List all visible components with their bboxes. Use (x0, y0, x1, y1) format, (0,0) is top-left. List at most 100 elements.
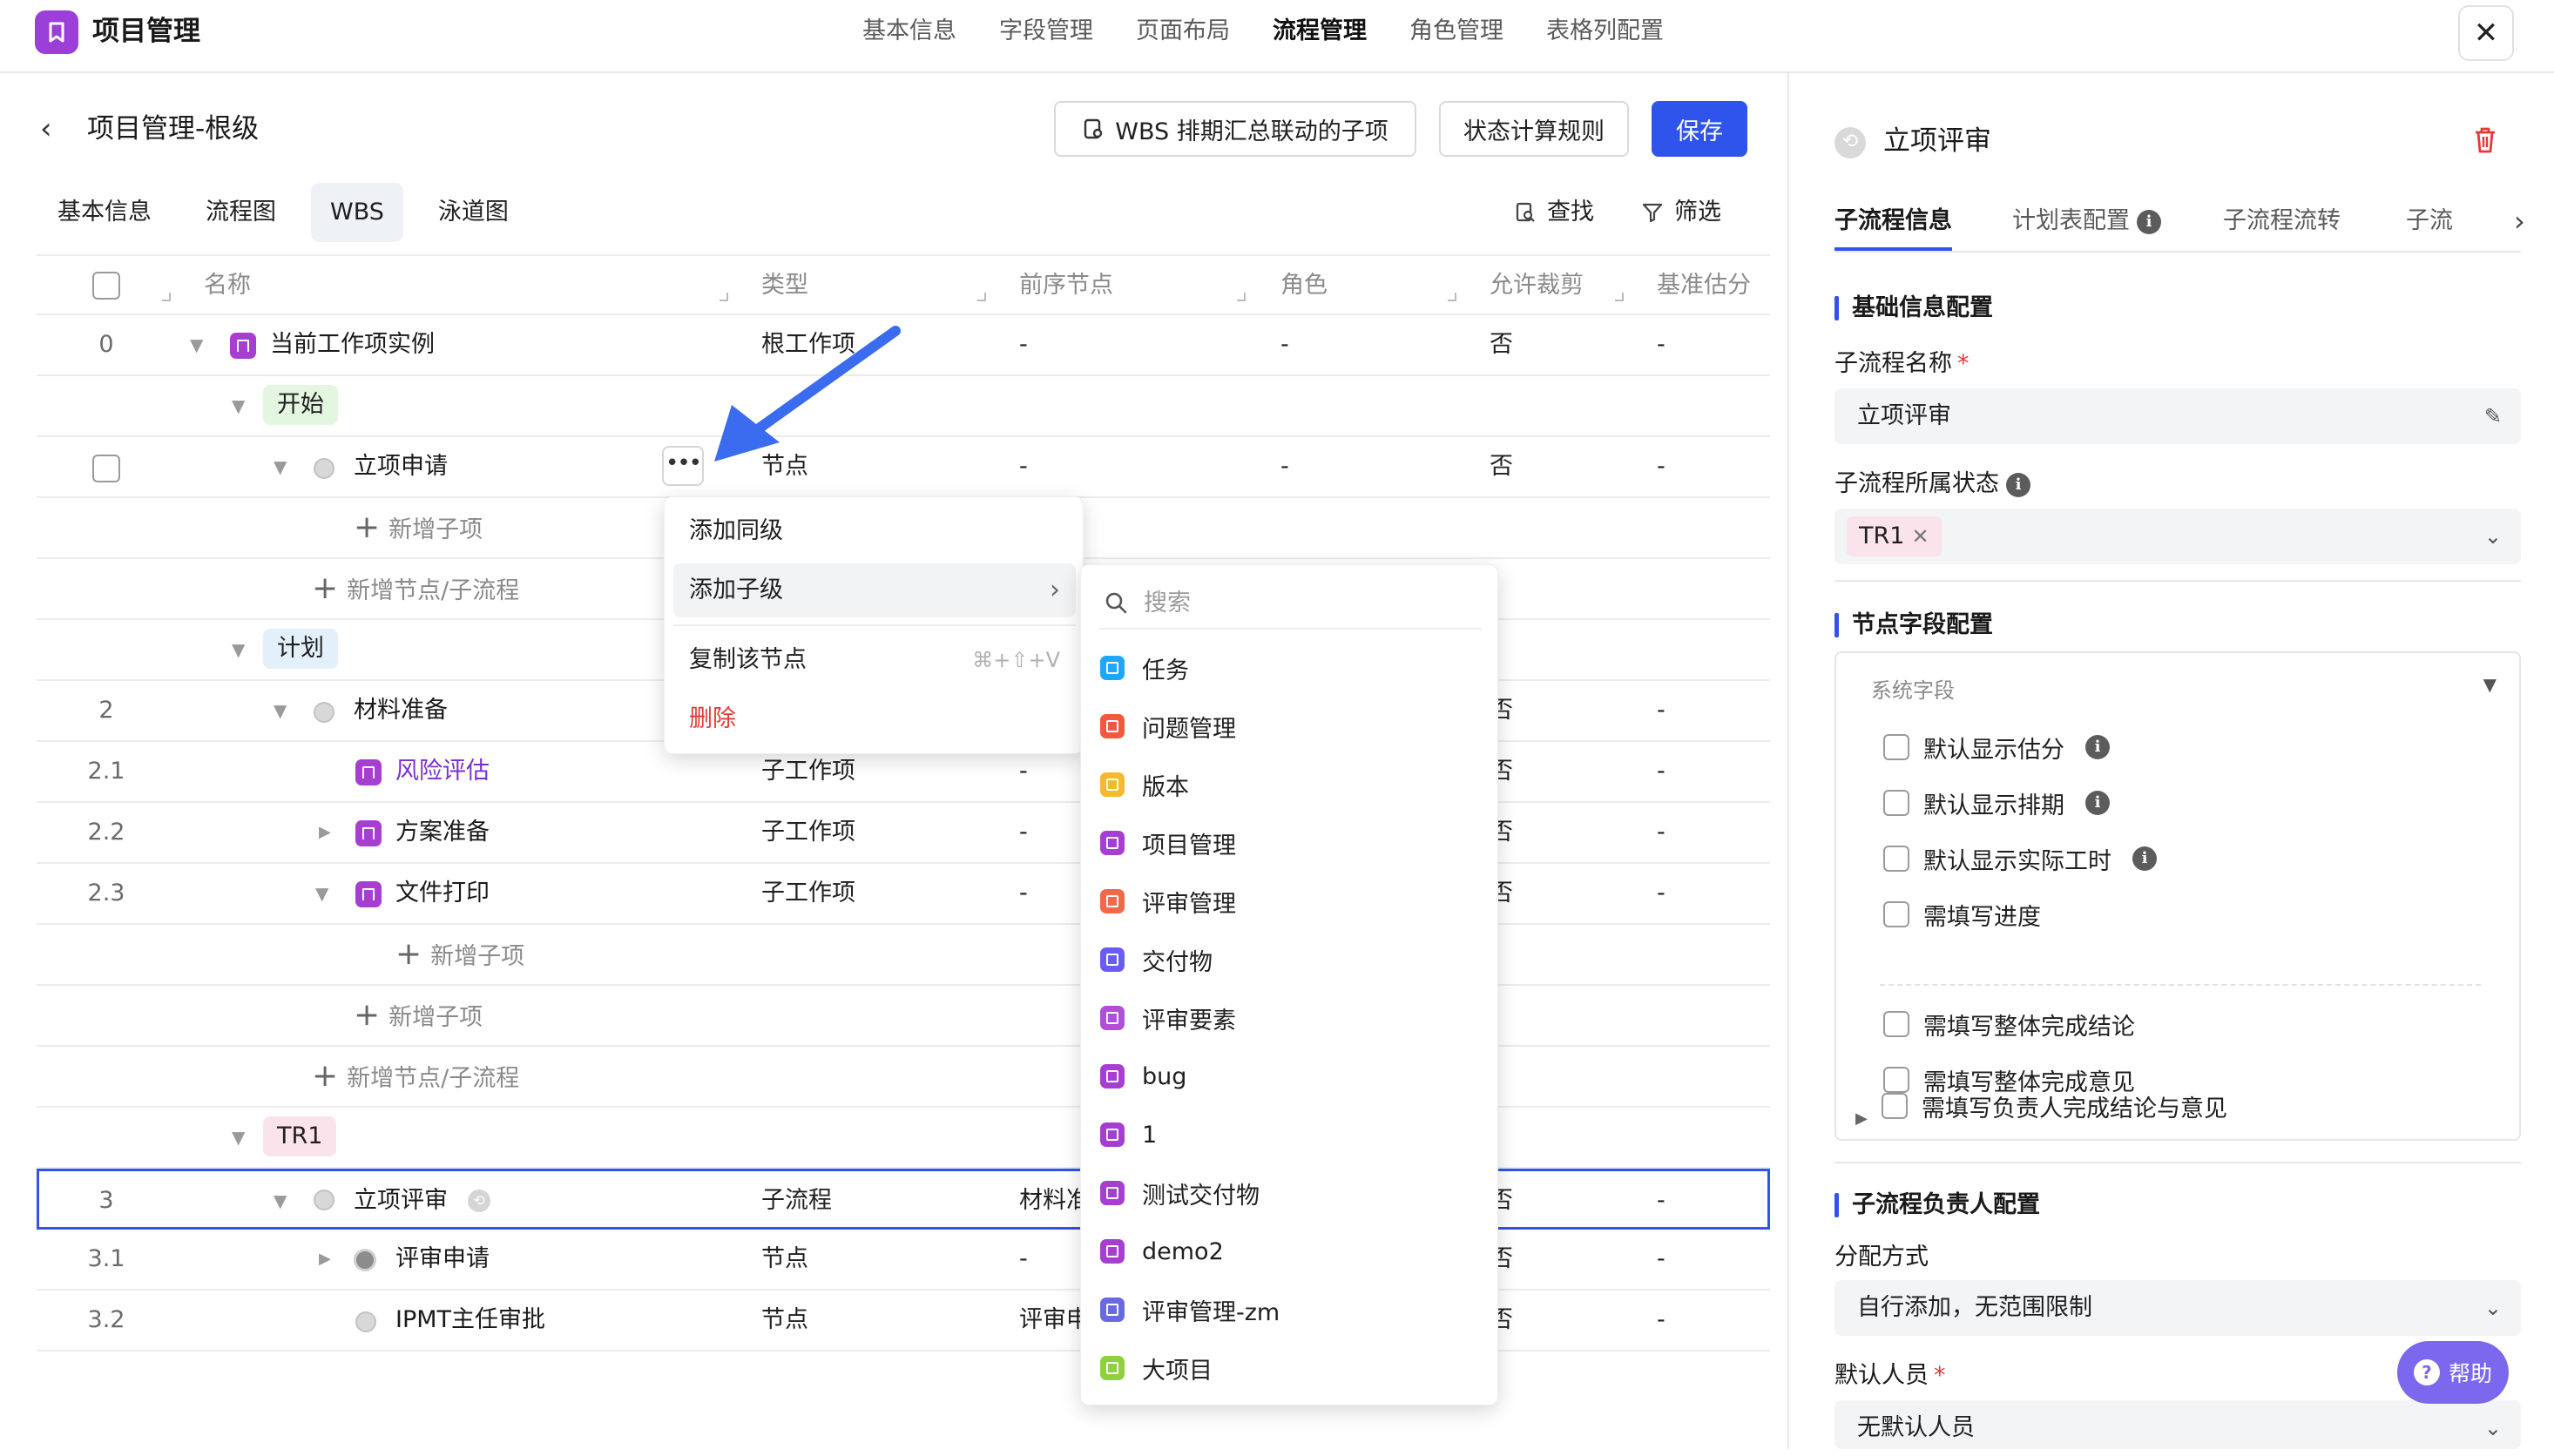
collapse-caret-icon[interactable]: ▼ (232, 376, 245, 435)
expand-caret-icon[interactable]: ▶ (319, 803, 331, 862)
table-row-selected[interactable]: 3 ▼ 立项评审 ⟲ 子流程 材料准 否 - (37, 1169, 1770, 1230)
tab-basic-info[interactable]: 基本信息 (38, 183, 171, 242)
type-option-label: bug (1142, 1062, 1187, 1090)
column-resize-handle[interactable] (977, 293, 986, 301)
topnav-basic-info[interactable]: 基本信息 (862, 12, 956, 51)
collapse-caret-icon[interactable]: ▼ (274, 681, 287, 740)
menu-add-child[interactable]: 添加子级 › (673, 563, 1076, 617)
menu-copy-node[interactable]: 复制该节点 ⌘+⇧+V (673, 633, 1076, 687)
table-row[interactable]: 3.2 IPMT主任审批 节点 评审申 否 - (37, 1291, 1770, 1352)
subprocess-back-icon[interactable]: ⟲ (1834, 127, 1866, 158)
type-option-bug[interactable]: bug (1100, 1050, 1186, 1102)
type-option-label: demo2 (1142, 1237, 1224, 1265)
type-option-issue[interactable]: 问题管理 (1100, 700, 1236, 752)
back-chevron-icon[interactable]: ‹ (40, 110, 52, 148)
collapse-caret-icon[interactable]: ▼ (274, 1171, 287, 1230)
column-resize-handle[interactable] (720, 293, 728, 301)
type-option-review[interactable]: 评审管理 (1100, 875, 1236, 927)
type-option-1[interactable]: 1 (1100, 1109, 1157, 1161)
type-option-task[interactable]: 任务 (1100, 642, 1189, 694)
help-button[interactable]: ? 帮助 (2397, 1341, 2509, 1404)
column-resize-handle[interactable] (162, 293, 171, 301)
collapse-caret-icon[interactable]: ▼ (274, 437, 287, 496)
filter-button[interactable]: 筛选 (1641, 193, 1721, 232)
collapse-caret-icon[interactable]: ▼ (232, 1108, 245, 1167)
tab-subprocess-flow[interactable]: 子流程流转 (2223, 195, 2341, 247)
column-resize-handle[interactable] (1448, 293, 1456, 301)
row-estimate: - (1657, 1245, 1666, 1272)
plus-icon: + (354, 509, 381, 545)
type-option-version[interactable]: 版本 (1100, 758, 1189, 811)
type-option-demo2[interactable]: demo2 (1100, 1225, 1224, 1277)
subprocess-name-field[interactable]: 立项评审 ✎ (1834, 388, 2521, 444)
table-row[interactable]: 2.3 ▼ 文件打印 子工作项 - 否 - (37, 864, 1770, 925)
topnav-page-layout[interactable]: 页面布局 (1136, 12, 1230, 51)
type-search-input[interactable] (1144, 589, 1457, 617)
collapse-caret-icon[interactable]: ▼ (190, 315, 203, 374)
edit-icon[interactable]: ✎ (2484, 388, 2502, 444)
subprocess-state-select[interactable]: TR1 ✕ ⌄ (1834, 509, 2521, 564)
add-node-button[interactable]: + 新增节点/子流程 (312, 1047, 519, 1109)
tab-swimlane[interactable]: 泳道图 (419, 183, 528, 242)
type-option-deliverable[interactable]: 交付物 (1100, 934, 1213, 986)
assign-mode-select[interactable]: 自行添加，无范围限制 ⌄ (1834, 1280, 2521, 1336)
add-node-label: 新增节点/子流程 (347, 577, 520, 604)
type-option-review-element[interactable]: 评审要素 (1100, 992, 1236, 1044)
remove-chip-icon[interactable]: ✕ (1911, 524, 1929, 549)
label-subprocess-name: 子流程名称 * (1834, 347, 1970, 381)
checkbox-box[interactable] (1883, 901, 1909, 927)
tab-truncated[interactable]: 子流 (2406, 195, 2460, 247)
checkbox-require-owner-conclusion[interactable]: 需填写负责人完成结论与意见 (1882, 1089, 2227, 1123)
trash-icon[interactable] (2472, 125, 2498, 155)
topnav-process-management[interactable]: 流程管理 (1273, 12, 1367, 51)
checkbox-require-progress[interactable]: 需填写进度 (1883, 897, 2041, 932)
save-button[interactable]: 保存 (1652, 101, 1747, 157)
find-button[interactable]: 查找 (1514, 193, 1594, 232)
wbs-linked-items-button[interactable]: WBS 排期汇总联动的子项 (1054, 101, 1416, 157)
checkbox-require-conclusion[interactable]: 需填写整体完成结论 (1883, 1007, 2135, 1041)
tab-flowchart[interactable]: 流程图 (186, 183, 295, 242)
table-row[interactable]: 3.1 ▶ 评审申请 节点 - 否 - (37, 1230, 1770, 1291)
close-button[interactable]: ✕ (2458, 5, 2514, 61)
type-option-project[interactable]: 项目管理 (1100, 817, 1236, 869)
tab-wbs[interactable]: WBS (311, 183, 403, 242)
checkbox-box[interactable] (1883, 790, 1909, 816)
help-question-icon: ? (2413, 1359, 2440, 1385)
menu-add-sibling[interactable]: 添加同级 (673, 504, 1076, 558)
add-node-button[interactable]: + 新增节点/子流程 (312, 559, 519, 621)
topnav-table-columns[interactable]: 表格列配置 (1546, 12, 1664, 51)
collapse-caret-icon[interactable]: ▼ (232, 620, 245, 679)
default-person-select[interactable]: 无默认人员 ⌄ (1834, 1400, 2521, 1449)
section-basic-config: 基础信息配置 (1834, 291, 1993, 326)
add-child-button[interactable]: + 新增子项 (395, 925, 524, 987)
checkbox-default-estimate[interactable]: 默认显示估分 i (1883, 730, 2110, 765)
topnav-field-management[interactable]: 字段管理 (999, 12, 1093, 51)
column-resize-handle[interactable] (1615, 293, 1624, 301)
chevron-right-icon[interactable]: › (2514, 195, 2525, 247)
checkbox-default-schedule[interactable]: 默认显示排期 i (1883, 785, 2110, 820)
row-name-link[interactable]: 风险评估 (395, 742, 490, 801)
tab-subprocess-info[interactable]: 子流程信息 (1834, 195, 1952, 251)
caret-down-icon[interactable]: ▼ (2483, 674, 2497, 695)
row-checkbox[interactable] (92, 455, 120, 482)
add-child-button[interactable]: + 新增子项 (354, 986, 483, 1048)
expand-caret-icon[interactable]: ▶ (319, 1230, 331, 1289)
checkbox-box[interactable] (1883, 1011, 1909, 1037)
type-option-review-zm[interactable]: 评审管理-zm (1100, 1284, 1280, 1336)
checkbox-box[interactable] (1882, 1093, 1908, 1119)
expand-caret-icon[interactable]: ▶ (1855, 1109, 1868, 1128)
table-row[interactable]: 2.2 ▶ 方案准备 子工作项 - 否 - (37, 803, 1770, 864)
tab-plan-config[interactable]: 计划表配置 i (2012, 195, 2161, 247)
collapse-caret-icon[interactable]: ▼ (315, 864, 328, 923)
type-option-big-project[interactable]: 大项目 (1100, 1342, 1213, 1394)
column-resize-handle[interactable] (1237, 293, 1246, 301)
add-child-button[interactable]: + 新增子项 (354, 498, 483, 560)
type-option-test-deliverable[interactable]: 测试交付物 (1100, 1167, 1260, 1219)
state-rule-button[interactable]: 状态计算规则 (1439, 101, 1629, 157)
select-all-checkbox[interactable] (92, 272, 120, 300)
menu-delete[interactable]: 删除 (673, 692, 1076, 746)
checkbox-default-actual-hours[interactable]: 默认显示实际工时 i (1883, 841, 2157, 876)
checkbox-box[interactable] (1883, 734, 1909, 760)
checkbox-box[interactable] (1883, 846, 1909, 872)
topnav-role-management[interactable]: 角色管理 (1409, 12, 1503, 51)
